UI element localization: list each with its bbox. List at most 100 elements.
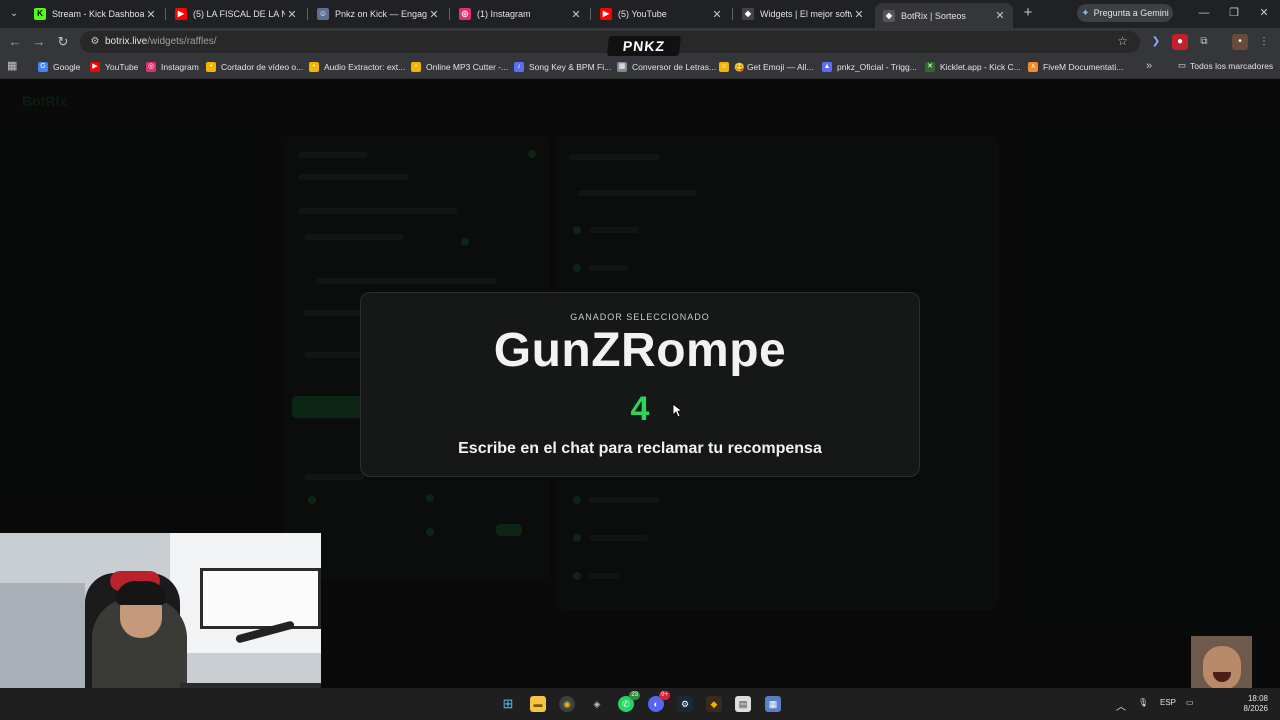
emote-face — [1203, 646, 1241, 690]
editor-icon[interactable]: ▤ — [735, 696, 751, 712]
menu-icon[interactable]: ⋮ — [1256, 34, 1272, 50]
close-icon[interactable]: ✕ — [144, 8, 158, 21]
claim-instruction: Escribe en el chat para reclamar tu reco… — [458, 440, 822, 457]
instagram-icon: ◎ — [459, 8, 471, 20]
close-icon[interactable]: ✕ — [427, 8, 441, 21]
winner-name: GunZRompe — [493, 324, 787, 377]
winner-modal: GANADOR SELECCIONADO GunZRompe 4 Escribe… — [360, 292, 920, 477]
network-icon[interactable]: ▭ — [1186, 698, 1194, 707]
bookmarks-bar: ▦ G Google ▶ YouTube ◎ Instagram • Cortador … — [0, 56, 1280, 79]
close-icon[interactable]: ✕ — [710, 8, 724, 21]
url-text: botrix.live/widgets/raffles/ — [105, 36, 217, 47]
bookmark-google[interactable]: G Google — [38, 60, 80, 74]
bookmark-youtube[interactable]: ▶ YouTube — [90, 60, 138, 74]
tab-separator — [732, 8, 733, 20]
close-icon[interactable]: ✕ — [993, 9, 1007, 22]
minimize-icon[interactable]: — — [1196, 5, 1212, 21]
bot-icon: ☺ — [317, 8, 329, 20]
discord-icon[interactable]: ◐ 9+ — [648, 691, 670, 712]
tab-search-icon[interactable]: ⌄ — [6, 6, 22, 22]
music-icon: ♪ — [514, 62, 524, 72]
tab-separator — [165, 8, 166, 20]
gemini-button[interactable]: ✦ Pregunta a Gemini — [1077, 4, 1173, 22]
tool-icon: • — [309, 62, 319, 72]
close-icon[interactable]: ✕ — [852, 8, 866, 21]
extension-icon[interactable]: ● — [1172, 34, 1188, 50]
tab-strip: ⌄ K Stream - Kick Dashboard ✕ ▶ (5) LA F… — [0, 0, 1280, 28]
clock[interactable]: 18:08 8/2026 — [1240, 694, 1268, 714]
more-bookmarks-icon[interactable]: » — [1146, 60, 1152, 72]
gemini-icon: ✦ — [1081, 7, 1090, 19]
tab-botrix-sorteos[interactable]: ◆ BotRix | Sorteos ✕ — [875, 3, 1013, 28]
youtube-icon: ▶ — [600, 8, 612, 20]
tab-separator — [590, 8, 591, 20]
file-explorer-icon[interactable]: ▬ — [530, 696, 546, 712]
app-icon[interactable]: ◈ — [589, 696, 605, 712]
close-window-icon[interactable]: ✕ — [1256, 5, 1272, 21]
reload-icon[interactable]: ↻ — [55, 34, 71, 50]
steam-icon[interactable]: ⚙ — [677, 696, 693, 712]
bookmark-song-key[interactable]: ♪ Song Key & BPM Fi... — [514, 60, 611, 74]
tab-separator — [307, 8, 308, 20]
chrome-icon[interactable]: ◉ — [559, 696, 575, 712]
youtube-icon: ▶ — [175, 8, 187, 20]
tab-widgets[interactable]: ◆ Widgets | El mejor softwar ✕ — [734, 3, 872, 25]
bookmark-instagram[interactable]: ◎ Instagram — [146, 60, 199, 74]
bookmark-get-emoji[interactable]: ☺ 😋 Get Emoji — All... — [719, 60, 814, 74]
back-icon[interactable]: ← — [7, 34, 23, 50]
google-icon: G — [38, 62, 48, 72]
instagram-icon: ◎ — [146, 62, 156, 72]
microphone-icon[interactable]: 🎙 — [1138, 698, 1148, 707]
close-icon[interactable]: ✕ — [569, 8, 583, 21]
new-tab-icon[interactable]: + — [1020, 5, 1036, 21]
kick-icon: K — [34, 8, 46, 20]
windows-start-icon[interactable]: ⊞ — [500, 696, 516, 712]
bookmark-star-icon[interactable]: ☆ — [1117, 34, 1128, 48]
fivem-icon: ∧ — [1028, 62, 1038, 72]
bot-icon: ▲ — [822, 62, 832, 72]
bookmark-pnkz-triggers[interactable]: ▲ pnkz_Oficial - Trigg... — [822, 60, 917, 74]
tab-pnkz-kick[interactable]: ☺ Pnkz on Kick — Engageme ✕ — [309, 3, 447, 25]
tab-youtube-fiscal[interactable]: ▶ (5) LA FISCAL DE LA NOCH ✕ — [167, 3, 305, 25]
whatsapp-icon[interactable]: ✆ 23 — [618, 691, 640, 712]
bookmark-mp3-cutter[interactable]: • Online MP3 Cutter -... — [411, 60, 508, 74]
tool-icon: • — [206, 62, 216, 72]
site-info-icon[interactable]: ⚙ — [88, 35, 102, 49]
bookmark-audio-extractor[interactable]: • Audio Extractor: ext... — [309, 60, 405, 74]
bookmark-cortador[interactable]: • Cortador de vídeo o... — [206, 60, 303, 74]
calculator-icon[interactable]: ▦ — [765, 696, 781, 712]
botrix-icon: ◆ — [883, 9, 895, 22]
forward-icon[interactable]: → — [31, 34, 47, 50]
close-icon[interactable]: ✕ — [285, 8, 299, 21]
streamer-hair — [116, 581, 166, 605]
tray-chevron-icon[interactable]: ︿ — [1116, 698, 1126, 713]
all-bookmarks-button[interactable]: ▭ Todos los marcadores — [1178, 60, 1273, 71]
bookmark-kicklet[interactable]: ✕ Kicklet.app - Kick C... — [925, 60, 1021, 74]
extension-icon[interactable]: ❯ — [1148, 34, 1164, 50]
pnkz-logo: PNKZ — [606, 36, 682, 56]
tool-icon: • — [411, 62, 421, 72]
winner-countdown: 4 — [630, 390, 650, 428]
shield-app-icon[interactable]: ◆ — [706, 696, 722, 712]
profile-avatar[interactable]: • — [1232, 34, 1248, 50]
folder-icon: ▭ — [1178, 60, 1187, 70]
botrix-icon: ◆ — [742, 8, 754, 20]
kicklet-icon: ✕ — [925, 62, 935, 72]
language-indicator[interactable]: ESP — [1160, 698, 1176, 707]
bookmark-conversor[interactable]: ▦ Conversor de Letras... — [617, 60, 716, 74]
extensions-puzzle-icon[interactable]: ⧉ — [1196, 34, 1212, 50]
youtube-icon: ▶ — [90, 62, 100, 72]
restore-icon[interactable]: ❐ — [1226, 5, 1242, 21]
bookmark-fivem[interactable]: ∧ FiveM Documentati... — [1028, 60, 1123, 74]
grid-icon: ▦ — [617, 62, 627, 72]
tab-youtube[interactable]: ▶ (5) YouTube ✕ — [592, 3, 730, 25]
winner-kicker: GANADOR SELECCIONADO — [570, 312, 710, 322]
apps-grid-icon[interactable]: ▦ — [7, 60, 19, 72]
tab-instagram[interactable]: ◎ (1) Instagram ✕ — [451, 3, 589, 25]
windows-taskbar: ⊞ ▬ ◉ ◈ ✆ 23 ◐ 9+ ⚙ ◆ ▤ ▦ ︿ 🎙 ESP ▭ 18:08 … — [0, 688, 1280, 720]
emoji-icon: ☺ — [719, 62, 729, 72]
tab-separator — [449, 8, 450, 20]
webcam-window — [200, 568, 321, 629]
tab-kick-dashboard[interactable]: K Stream - Kick Dashboard ✕ — [26, 3, 164, 25]
mouse-cursor-icon — [672, 403, 682, 418]
